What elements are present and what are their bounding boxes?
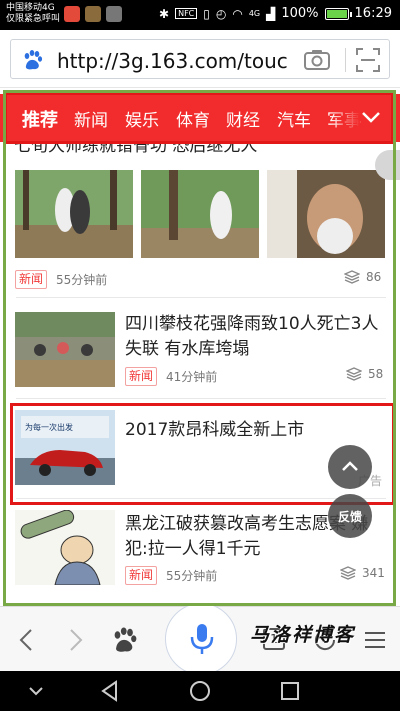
wifi-icon: ◠ [232, 6, 243, 21]
news-thumbnail[interactable] [141, 170, 259, 258]
vibrate-icon: ▯ [203, 6, 210, 21]
ad-title[interactable]: 2017款昂科威全新上市 [125, 418, 380, 443]
chevron-up-icon [342, 461, 358, 471]
news-badge: 新闻 [15, 270, 48, 289]
microphone-icon [190, 624, 214, 654]
system-nav-bar [0, 671, 400, 711]
address-bar: http://3g.163.com/touc [0, 30, 400, 88]
news-time: 55分钟前 [166, 569, 218, 583]
news-time: 41分钟前 [166, 370, 218, 384]
tab-auto[interactable]: 汽车 [277, 106, 311, 131]
baidu-home-icon[interactable] [110, 625, 140, 655]
status-bar: 中国移动4G 仅限紧急呼叫 ✱ NFC ▯ ◴ ◠ 4G ▟ 100% 16:2… [0, 0, 400, 30]
scan-icon[interactable] [355, 47, 381, 73]
news-badge: 新闻 [125, 367, 158, 386]
watermark: 马洛祥博客 [250, 624, 356, 646]
nav-recents-icon[interactable] [280, 681, 300, 701]
feedback-button[interactable]: 反馈 [328, 494, 372, 538]
url-divider [345, 48, 346, 72]
tab-finance[interactable]: 财经 [226, 106, 260, 131]
svg-text:为每一次出发: 为每一次出发 [25, 422, 73, 432]
forward-icon[interactable] [60, 625, 90, 655]
tab-entertainment[interactable]: 娱乐 [125, 106, 159, 131]
comments-icon [346, 367, 362, 381]
back-icon[interactable] [12, 625, 42, 655]
category-tabs: 推荐 新闻 娱乐 体育 财经 汽车 军事 [0, 94, 400, 142]
clock: 16:29 [354, 6, 392, 21]
comment-count-text: 341 [362, 566, 385, 580]
comment-count[interactable]: 58 [346, 367, 383, 381]
camera-icon[interactable] [303, 48, 331, 72]
bluetooth-icon: ✱ [159, 6, 170, 21]
news-badge: 新闻 [125, 566, 158, 585]
emergency-only: 仅限紧急呼叫 [6, 14, 61, 24]
news-time: 55分钟前 [56, 273, 108, 287]
signal-icon: ▟ [266, 6, 276, 21]
notification-icons [64, 6, 122, 22]
divider [16, 498, 386, 499]
tab-recommend[interactable]: 推荐 [22, 106, 58, 132]
status-right: ✱ NFC ▯ ◴ ◠ 4G ▟ 100% 16:29 [159, 6, 392, 21]
battery-percent: 100% [281, 6, 319, 21]
carrier-name: 中国移动4G [6, 3, 55, 13]
url-field[interactable]: http://3g.163.com/touc [10, 39, 390, 79]
news-feed[interactable]: 七旬大师练就错骨功 恐后继无人 新闻 55分钟前 86 四川攀枝花强降雨致10人… [6, 142, 394, 604]
comment-count-text: 86 [366, 270, 382, 284]
divider [16, 297, 386, 298]
ad-thumbnail[interactable]: 为每一次出发 [15, 410, 115, 485]
tabs-fade [330, 94, 360, 142]
news-thumbnail[interactable] [267, 170, 385, 258]
url-text[interactable]: http://3g.163.com/touc [57, 49, 303, 73]
news-title[interactable]: 七旬大师练就错骨功 恐后继无人 [14, 142, 384, 159]
tab-news[interactable]: 新闻 [74, 106, 108, 131]
comments-icon [340, 566, 356, 580]
comment-count[interactable]: 86 [344, 270, 381, 284]
nfc-icon: NFC [175, 8, 198, 19]
news-thumbnail[interactable] [15, 170, 133, 258]
nav-home-icon[interactable] [189, 680, 211, 702]
battery-icon [324, 7, 352, 20]
voice-search-button[interactable] [165, 603, 237, 675]
pull-handle[interactable] [375, 150, 400, 180]
chevron-down-icon[interactable] [360, 106, 382, 128]
maps-icon [64, 6, 80, 22]
news-title[interactable]: 四川攀枝花强降雨致10人死亡3人失联 有水库垮塌 [125, 312, 380, 362]
scroll-top-button[interactable] [328, 445, 372, 489]
nav-back-icon[interactable] [100, 680, 120, 702]
nav-down-icon[interactable] [28, 683, 44, 699]
carrier-text: 中国移动4G 仅限紧急呼叫 [6, 3, 60, 25]
divider [16, 398, 386, 399]
menu-icon[interactable] [360, 625, 390, 655]
news-thumbnail[interactable] [15, 312, 115, 387]
tab-sports[interactable]: 体育 [176, 106, 210, 131]
baidu-paw-icon[interactable] [21, 48, 45, 72]
network-type: 4G [248, 9, 261, 18]
alarm-icon: ◴ [215, 6, 227, 21]
comment-count-text: 58 [368, 367, 384, 381]
comment-count[interactable]: 341 [340, 566, 385, 580]
news-thumbnail[interactable] [15, 510, 115, 585]
image-icon [106, 6, 122, 22]
comments-icon [344, 270, 360, 284]
app-icon [85, 6, 101, 22]
